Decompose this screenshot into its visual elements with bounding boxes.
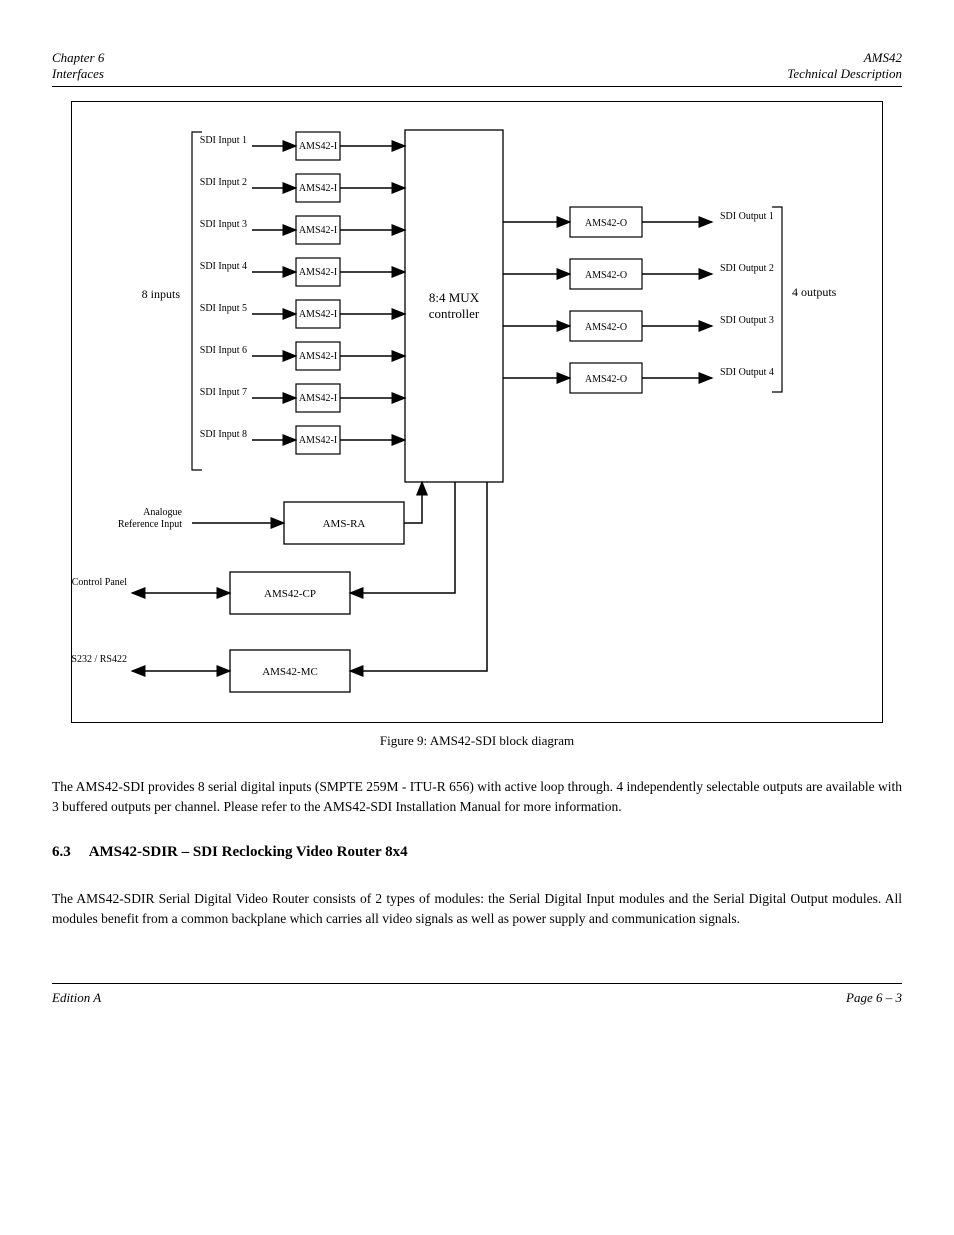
paragraph-2: The AMS42-SDIR Serial Digital Video Rout… (52, 889, 902, 930)
reference-module-label: AMS-RA (323, 518, 366, 530)
reference-port-l2: Reference Input (118, 519, 182, 530)
input-module-label: AMS42-I (299, 183, 337, 194)
inputs-group: SDI Input 1 AMS42-I SDI Input 2 AMS42-I SDI … (200, 132, 405, 454)
output-module-label: AMS42-O (585, 218, 627, 229)
section-number: 6.3 (52, 844, 71, 860)
footer-page: Page 6 – 3 (846, 990, 902, 1006)
input-module-label: AMS42-I (299, 393, 337, 404)
header-title: Interfaces (52, 66, 104, 81)
footer-edition: Edition A (52, 990, 101, 1006)
input-port-label: SDI Input 7 (200, 387, 247, 398)
output-port-label: SDI Output 1 (720, 211, 774, 222)
input-module-label: AMS42-I (299, 435, 337, 446)
mux-to-panel (350, 482, 455, 593)
input-port-label: SDI Input 8 (200, 429, 247, 440)
input-port-label: SDI Input 2 (200, 177, 247, 188)
input-module-label: AMS42-I (299, 309, 337, 320)
panel-module-label: AMS42-CP (264, 588, 316, 600)
input-port-label: SDI Input 3 (200, 219, 247, 230)
input-module-label: AMS42-I (299, 351, 337, 362)
header-chapter: Chapter 6 (52, 50, 104, 65)
mux-label-line2: controller (429, 306, 480, 321)
input-port-label: SDI Input 4 (200, 261, 247, 272)
mux-label-line1: 8:4 MUX (429, 290, 480, 305)
input-module-label: AMS42-I (299, 225, 337, 236)
outputs-bracket (772, 207, 782, 392)
mux-to-comm (350, 482, 487, 671)
comm-module-label: AMS42-MC (262, 666, 318, 678)
input-port-label: SDI Input 5 (200, 303, 247, 314)
input-module-label: AMS42-I (299, 267, 337, 278)
output-module-label: AMS42-O (585, 374, 627, 385)
figure-caption: Figure 9: AMS42-SDI block diagram (52, 733, 902, 749)
block-diagram-svg: 8:4 MUX controller 8 inputs 4 outputs SD… (72, 102, 882, 722)
input-module-label: AMS42-I (299, 141, 337, 152)
input-port-label: SDI Input 1 (200, 135, 247, 146)
header-doc: Technical Description (787, 66, 902, 81)
output-port-label: SDI Output 3 (720, 315, 774, 326)
diagram-frame: 8:4 MUX controller 8 inputs 4 outputs SD… (71, 101, 883, 723)
output-port-label: SDI Output 2 (720, 263, 774, 274)
inputs-label: 8 inputs (142, 287, 181, 301)
reference-port-l1: Analogue (143, 507, 182, 518)
footer-divider (52, 983, 902, 984)
outputs-group: AMS42-O SDI Output 1 AMS42-O SDI Output 2 AM… (503, 207, 774, 393)
header-divider (52, 86, 902, 87)
output-module-label: AMS42-O (585, 270, 627, 281)
output-module-label: AMS42-O (585, 322, 627, 333)
header-model: AMS42 (864, 50, 902, 65)
outputs-label: 4 outputs (792, 285, 837, 299)
reference-to-mux (404, 482, 422, 523)
comm-port-label: RS232 / RS422 (72, 654, 127, 665)
output-port-label: SDI Output 4 (720, 367, 774, 378)
paragraph-1: The AMS42-SDI provides 8 serial digital … (52, 777, 902, 818)
panel-port-label: Control Panel (72, 577, 127, 588)
input-port-label: SDI Input 6 (200, 345, 247, 356)
section-title: AMS42-SDIR – SDI Reclocking Video Router… (89, 844, 408, 860)
